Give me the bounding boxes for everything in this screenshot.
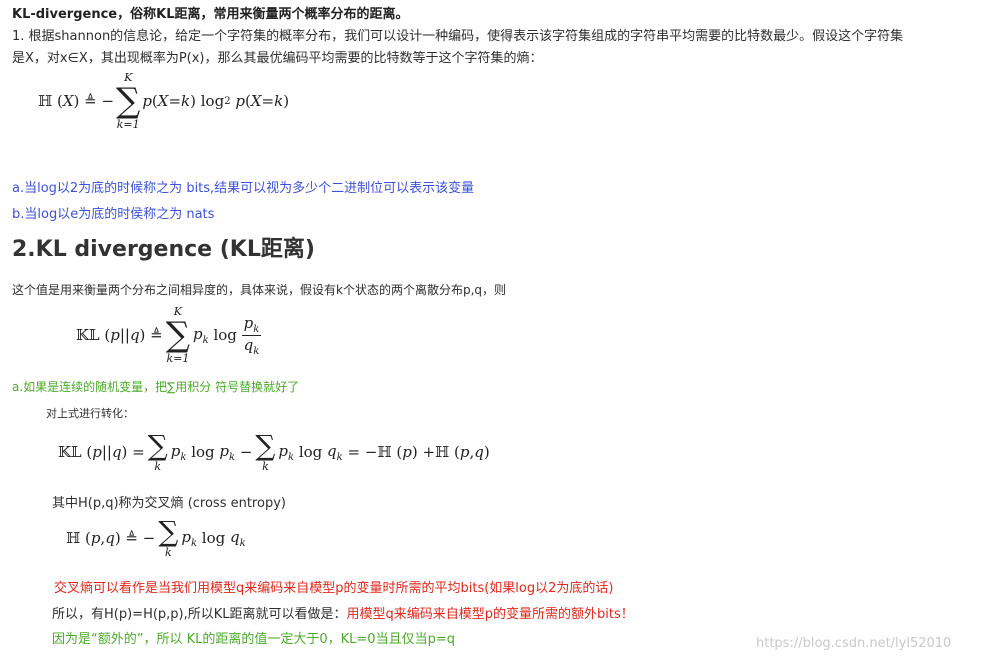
paragraph-shannon-line2: 是X，对x∈X，其出现概率为P(x)，那么其最优编码平均需要的比特数等于这个字符… (12, 51, 543, 66)
note-cross-entropy-meaning: 交叉熵可以看作是当我们用模型q来编码来自模型p的变量时所需的平均bits(如果l… (54, 581, 614, 596)
heading-kl-divergence: KL-divergence，俗称KL距离，常用来衡量两个概率分布的距离。 (12, 7, 409, 22)
note-extra-bits-prefix: 所以，有H(p)=H(p,p),所以KL距离就可以看做是： (52, 607, 347, 622)
cross-entropy-label: 其中H(p,q)称为交叉熵 (cross entropy) (52, 496, 286, 511)
note-kl-nonnegative: 因为是“额外的”，所以 KL的距离的值一定大于0，KL=0当且仅当p=q (52, 632, 455, 647)
note-continuous: a.如果是连续的随机变量，把∑用积分 符号替换就好了 (12, 380, 300, 394)
formula-cross-entropy: ℍ (p, q) ≜ − ∑ k pk log qk (66, 514, 246, 559)
watermark: https://blog.csdn.net/lyl52010 (756, 636, 952, 651)
note-bits: a.当log以2为底的时候称之为 bits,结果可以视为多少个二进制位可以表示该… (12, 181, 475, 196)
heading-kl-distance: 2.KL divergence (KL距离) (12, 237, 315, 262)
transform-label: 对上式进行转化： (46, 407, 134, 420)
formula-kl: 𝕂𝕃 (p || q) ≜ K ∑ k=1 pk log pk qk (76, 305, 262, 365)
paragraph-kl-definition: 这个值是用来衡量两个分布之间相异度的，具体来说，假设有k个状态的两个离散分布p,… (12, 283, 507, 297)
note-extra-bits: 所以，有H(p)=H(p,p),所以KL距离就可以看做是：用模型q来编码来自模型… (52, 603, 634, 622)
note-nats: b.当log以e为底的时侯称之为 nats (12, 207, 215, 222)
formula-kl-expanded: 𝕂𝕃 (p || q) = ∑ k pk log pk − ∑ k pk log qk … (58, 428, 490, 473)
formula-entropy: ℍ (X) ≜ − K ∑ k=1 p(X = k) log 2 p(X = k) (38, 71, 290, 131)
paragraph-shannon-line1: 1. 根据shannon的信息论，给定一个字符集的概率分布，我们可以设计一种编码… (12, 29, 904, 44)
note-extra-bits-highlight: 用模型q来编码来自模型p的变量所需的额外bits！ (346, 607, 634, 622)
